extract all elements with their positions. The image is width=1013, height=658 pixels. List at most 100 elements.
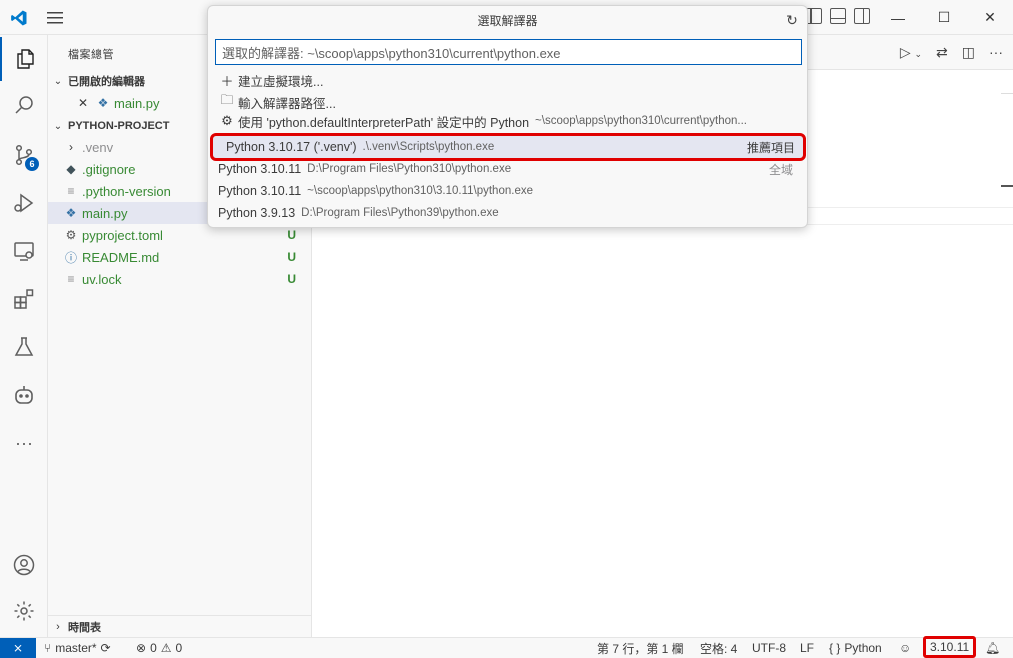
compare-changes-icon[interactable]: ⇄ — [936, 44, 948, 61]
default-interpreter-path-option[interactable]: ⚙ 使用 'python.defaultInterpreterPath' 設定中… — [218, 113, 801, 129]
folder-icon: 🗀 — [220, 92, 234, 107]
sidebar-title: 檔案總管 — [68, 49, 114, 61]
interpreter-label: Python 3.10.17 ('.venv') — [226, 140, 357, 154]
interpreter-option-recommended[interactable]: Python 3.10.17 ('.venv') .\.venv\Scripts… — [210, 133, 806, 161]
chevron-right-icon: › — [69, 140, 73, 154]
activity-bar: 6 ··· — [0, 35, 48, 637]
window-controls: — ☐ ✕ — [875, 0, 1013, 35]
plus-icon: ＋ — [220, 73, 234, 89]
minimap-slider[interactable] — [1001, 185, 1013, 187]
explorer-icon[interactable] — [0, 37, 48, 81]
option-label: 建立虛擬環境... — [238, 74, 324, 89]
toggle-secondary-sidebar-icon[interactable] — [854, 8, 870, 24]
interpreter-path: ~\scoop\apps\python310\3.10.11\python.ex… — [307, 185, 533, 197]
close-icon[interactable]: ✕ — [74, 96, 92, 110]
interpreter-tag: 推薦項目 — [746, 140, 795, 155]
extensions-icon[interactable] — [0, 277, 48, 321]
interpreter-option[interactable]: Python 3.9.13 D:\Program Files\Python39\… — [218, 202, 801, 224]
notifications-bell-icon[interactable]: 🔔︎ — [985, 638, 1000, 658]
remote-indicator-icon[interactable]: ⨯ — [0, 638, 36, 658]
editor-actions: ▷ ⌄ ⇄ ◫ ··· — [900, 44, 1003, 61]
interpreter-tag: 全域 — [768, 162, 793, 177]
split-editor-icon[interactable]: ◫ — [962, 44, 975, 61]
enter-interpreter-path-option[interactable]: 🗀 輸入解譯器路徑... — [218, 91, 801, 113]
minimap — [1001, 93, 1013, 94]
python-interpreter-version[interactable]: 3.10.11 — [923, 636, 977, 658]
problems-indicator[interactable]: ⊗ 0 ⚠ 0 — [136, 638, 182, 658]
interpreter-path: D:\Program Files\Python39\python.exe — [301, 207, 499, 219]
git-status-badge: U — [287, 250, 296, 264]
interpreter-label: Python 3.10.11 — [218, 162, 302, 176]
create-venv-option[interactable]: ＋ 建立虛擬環境... — [218, 69, 801, 91]
refresh-icon[interactable]: ↻ — [783, 11, 801, 29]
run-python-file-icon[interactable]: ▷ ⌄ — [900, 44, 922, 61]
gear-icon: ⚙ — [221, 113, 233, 128]
maximize-icon[interactable]: ☐ — [921, 0, 967, 35]
project-label: PYTHON-PROJECT — [68, 120, 170, 132]
end-of-line[interactable]: LF — [800, 638, 814, 658]
option-label: 使用 'python.defaultInterpreterPath' 設定中的 … — [238, 115, 530, 130]
layout-controls — [806, 8, 870, 24]
cursor-position[interactable]: 第 7 行，第 1 欄 — [597, 638, 684, 658]
info-icon: ⓘ — [64, 250, 77, 265]
branch-name: master* — [55, 641, 97, 655]
interpreter-label: Python 3.10.11 — [218, 184, 302, 198]
file-lines-icon: ≡ — [67, 184, 75, 198]
git-status-badge: U — [287, 272, 296, 286]
more-icon[interactable]: ··· — [0, 421, 48, 465]
open-editor-name: main.py — [114, 95, 160, 111]
select-interpreter-quick-pick: 選取解譯器 ↻ 選取的解譯器: ~\scoop\apps\python310\c… — [207, 5, 808, 228]
tree-item-readme[interactable]: ⓘ README.md U — [48, 246, 312, 268]
sync-icon: ⟳ — [100, 641, 111, 655]
copilot-icon[interactable] — [0, 373, 48, 417]
interpreter-option[interactable]: Python 3.10.11 D:\Program Files\Python31… — [218, 158, 801, 180]
warning-icon: ⚠ — [160, 641, 172, 655]
interpreter-label: Python 3.9.13 — [218, 206, 296, 220]
file-name: main.py — [82, 205, 128, 221]
source-control-icon[interactable]: 6 — [0, 133, 48, 177]
remote-explorer-icon[interactable] — [0, 229, 48, 273]
braces-icon: { } — [829, 641, 841, 655]
interpreter-path: D:\Program Files\Python310\python.exe — [307, 163, 512, 175]
copilot-status-icon[interactable]: ☺ — [899, 638, 911, 658]
status-bar: ⨯ ⑂ master* ⟳ ⊗ 0 ⚠ 0 第 7 行，第 1 欄 空格: 4 … — [0, 636, 1013, 658]
testing-icon[interactable] — [0, 325, 48, 369]
file-name: pyproject.toml — [82, 227, 163, 243]
file-name: README.md — [82, 249, 160, 265]
branch-icon: ⑂ — [44, 641, 52, 655]
minimize-icon[interactable]: — — [875, 0, 921, 35]
indentation[interactable]: 空格: 4 — [700, 638, 737, 658]
language-label: Python — [844, 641, 882, 655]
file-lines-icon: ≡ — [67, 272, 75, 286]
vscode-logo-icon — [8, 0, 30, 35]
timeline-label: 時間表 — [68, 621, 101, 634]
branch-indicator[interactable]: ⑂ master* ⟳ — [44, 638, 111, 658]
search-icon[interactable] — [0, 83, 48, 127]
option-description: ~\scoop\apps\python310\current\python... — [535, 115, 747, 127]
run-debug-icon[interactable] — [0, 181, 48, 225]
quick-pick-title: 選取解譯器 — [477, 13, 538, 28]
git-status-badge: U — [287, 228, 296, 242]
timeline-header[interactable]: › 時間表 — [48, 615, 312, 637]
account-icon[interactable] — [0, 543, 48, 587]
close-icon[interactable]: ✕ — [967, 0, 1013, 35]
toggle-primary-sidebar-icon[interactable] — [806, 8, 822, 24]
file-name: uv.lock — [82, 271, 122, 287]
gear-icon: ⚙ — [65, 228, 77, 242]
error-count: 0 — [150, 641, 157, 655]
tree-item-uv-lock[interactable]: ≡ uv.lock U — [48, 268, 312, 290]
more-actions-icon[interactable]: ··· — [989, 44, 1003, 61]
encoding[interactable]: UTF-8 — [752, 638, 786, 658]
interpreter-option[interactable]: Python 3.10.11 ~\scoop\apps\python310\3.… — [218, 180, 801, 202]
option-label: 輸入解譯器路徑... — [238, 96, 336, 111]
chevron-right-icon: › — [56, 620, 60, 633]
python-icon: ❖ — [65, 206, 77, 220]
toggle-panel-icon[interactable] — [830, 8, 846, 24]
interpreter-path: .\.venv\Scripts\python.exe — [362, 141, 495, 153]
git-icon: ◆ — [66, 162, 76, 176]
manage-gear-icon[interactable] — [0, 589, 48, 633]
warning-count: 0 — [175, 641, 183, 655]
menu-icon[interactable] — [44, 0, 66, 35]
interpreter-search-input[interactable]: 選取的解譯器: ~\scoop\apps\python310\current\p… — [215, 39, 802, 65]
language-mode[interactable]: { } Python — [829, 638, 882, 658]
